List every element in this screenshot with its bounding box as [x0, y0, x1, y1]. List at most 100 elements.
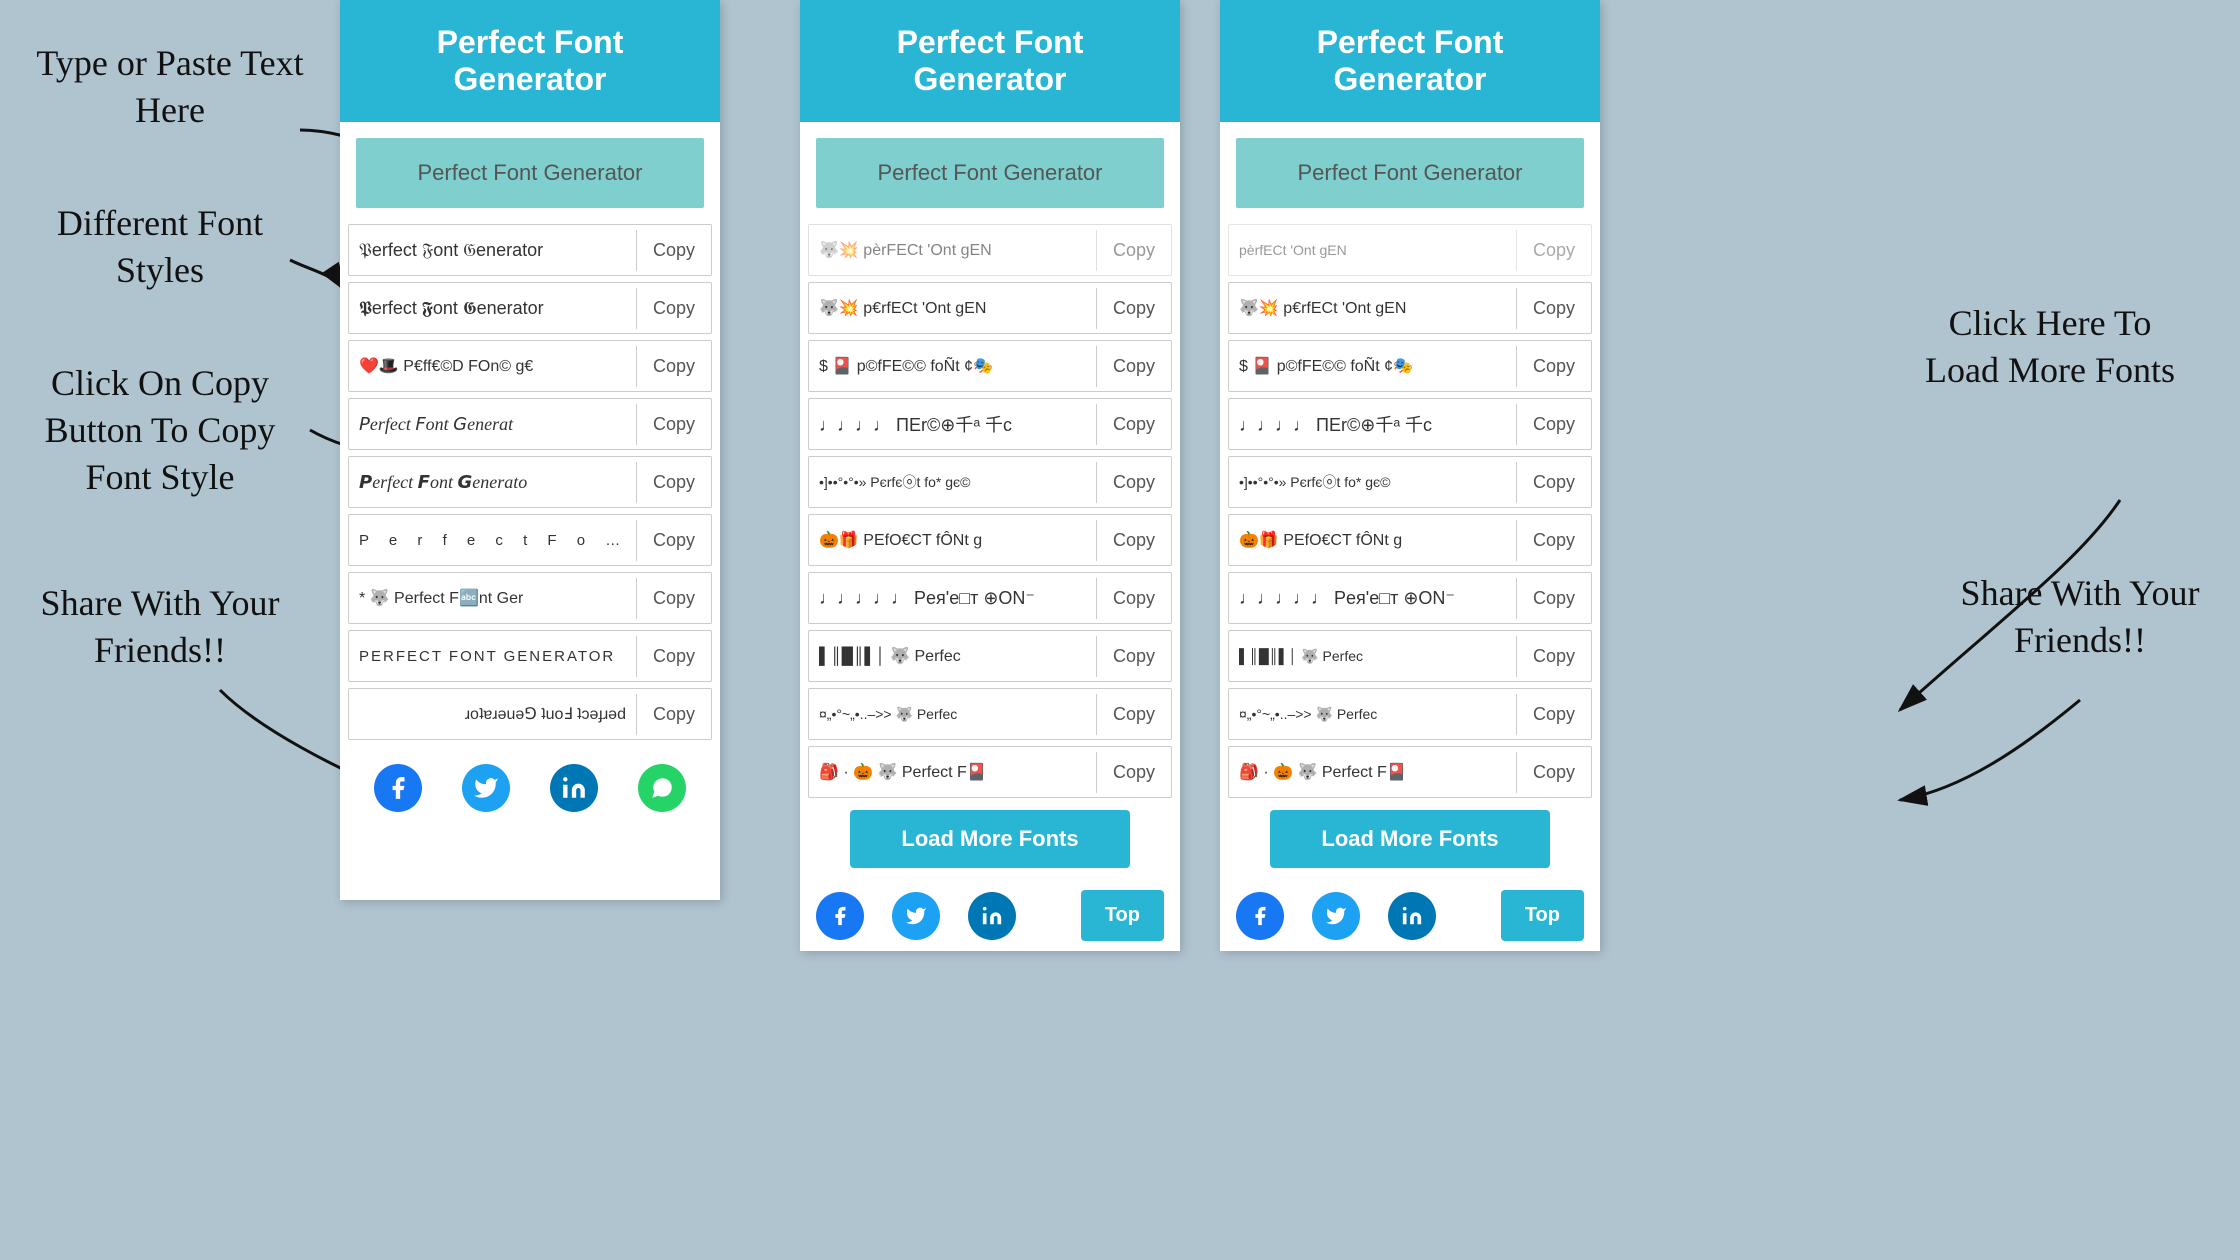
load-more-button[interactable]: Load More Fonts [850, 810, 1130, 868]
linkedin-icon[interactable] [968, 892, 1016, 940]
copy-button[interactable]: Copy [1096, 752, 1171, 793]
font-row: ɹoʇɐɹǝuǝ⅁ ʇuoℲ ʇɔǝɟɹǝd Copy [348, 688, 712, 740]
copy-button[interactable]: Copy [636, 520, 711, 561]
font-text: 𝔓erfect 𝔉ont 𝔊enerator [349, 232, 636, 269]
font-row: * 🐺 Perfect F🔤nt Ger Copy [348, 572, 712, 624]
font-row: 𝙋erfect 𝙁ont 𝙂enerato Copy [348, 456, 712, 508]
font-text: ¤„•°~„•..–>> 🐺 Perfec [809, 698, 1096, 731]
font-text: 𝕻erfect 𝕱ont 𝕲enerator [349, 290, 636, 327]
text-input-right2[interactable]: Perfect Font Generator [1236, 138, 1584, 208]
font-row: P e r f e c t F o n t Copy [348, 514, 712, 566]
font-text: pèrfECt 'Ont gEN [1229, 234, 1516, 266]
copy-button[interactable]: Copy [1096, 520, 1171, 561]
copy-button[interactable]: Copy [636, 288, 711, 329]
font-text: 🎒 · 🎃 🐺 Perfect F🎴 [1229, 754, 1516, 790]
font-text: 𝙋erfect 𝙁ont 𝙂enerato [349, 464, 636, 501]
twitter-icon[interactable] [892, 892, 940, 940]
font-text: ♩♩♩♩♩ Pея'е□т ⊕ON⁻ [1229, 580, 1516, 617]
load-more-button-2[interactable]: Load More Fonts [1270, 810, 1550, 868]
text-input-left[interactable]: Perfect Font Generator [356, 138, 704, 208]
font-row: 🎒 · 🎃 🐺 Perfect F🎴 Copy [808, 746, 1172, 798]
font-row: 🎃🎁 PEfO€CT fÔNt g Copy [1228, 514, 1592, 566]
copy-button[interactable]: Copy [1096, 578, 1171, 619]
font-text: ♩♩♩♩ ΠΕr©⊕千ᵃ 千c [809, 403, 1096, 445]
whatsapp-icon[interactable] [638, 764, 686, 812]
annotation-diff-fonts: Different Font Styles [20, 200, 300, 294]
font-row: 𝔓erfect 𝔉ont 𝔊enerator Copy [348, 224, 712, 276]
copy-button[interactable]: Copy [636, 346, 711, 387]
font-text: •]••°•°•» Pєrfєⓞt fо* gє© [809, 464, 1096, 500]
copy-button[interactable]: Copy [1516, 520, 1591, 561]
font-row: 🎒 · 🎃 🐺 Perfect F🎴 Copy [1228, 746, 1592, 798]
font-row: $ 🎴 p©fFE©© foÑt ¢🎭 Copy [808, 340, 1172, 392]
annotation-type-paste: Type or Paste Text Here [30, 40, 310, 134]
copy-button[interactable]: Copy [1516, 288, 1591, 329]
top-button[interactable]: Top [1081, 890, 1164, 941]
font-text: PERFECT FONT GENERATOR [349, 640, 636, 673]
annotation-load-more: Click Here To Load More Fonts [1910, 300, 2190, 394]
copy-button[interactable]: Copy [1516, 694, 1591, 735]
font-row: $ 🎴 p©fFE©© foÑt ¢🎭 Copy [1228, 340, 1592, 392]
copy-button[interactable]: Copy [636, 578, 711, 619]
font-text: 🎃🎁 PEfO€CT fÔNt g [1229, 522, 1516, 558]
font-text: 🎒 · 🎃 🐺 Perfect F🎴 [809, 754, 1096, 790]
copy-button[interactable]: Copy [1096, 694, 1171, 735]
copy-button[interactable]: Copy [1516, 578, 1591, 619]
font-text: ɹoʇɐɹǝuǝ⅁ ʇuoℲ ʇɔǝɟɹǝd [349, 696, 636, 732]
copy-button[interactable]: Copy [1516, 404, 1591, 445]
panel-left-header: Perfect Font Generator [340, 0, 720, 122]
copy-button[interactable]: Copy [636, 404, 711, 445]
font-text: ♩♩♩♩♩ Pея'е□т ⊕ON⁻ [809, 580, 1096, 617]
font-text: $ 🎴 p©fFE©© foÑt ¢🎭 [809, 348, 1096, 384]
font-row: ♩♩♩♩ ΠΕr©⊕千ᵃ 千c Copy [1228, 398, 1592, 450]
copy-button[interactable]: Copy [1096, 404, 1171, 445]
copy-button[interactable]: Copy [1096, 230, 1171, 271]
copy-button[interactable]: Copy [636, 462, 711, 503]
copy-button[interactable]: Copy [636, 694, 711, 735]
twitter-icon[interactable] [462, 764, 510, 812]
font-row: PERFECT FONT GENERATOR Copy [348, 630, 712, 682]
font-row: pèrfECt 'Ont gEN Copy [1228, 224, 1592, 276]
annotation-share: Share With Your Friends!! [30, 580, 290, 674]
top-button-2[interactable]: Top [1501, 890, 1584, 941]
font-text: $ 🎴 p©fFE©© foÑt ¢🎭 [1229, 348, 1516, 384]
copy-button[interactable]: Copy [1516, 346, 1591, 387]
font-row: 🐺💥 p€rfECt 'Ont gEN Copy [808, 282, 1172, 334]
phone-panel-right2: Perfect Font Generator Perfect Font Gene… [1220, 0, 1600, 951]
font-text: P e r f e c t F o n t [349, 524, 636, 557]
facebook-icon[interactable] [816, 892, 864, 940]
bottom-row-right: Top [800, 880, 1180, 951]
font-row: ▌║█║▌│ 🐺 Perfec Copy [808, 630, 1172, 682]
annotation-click-copy: Click On Copy Button To Copy Font Style [10, 360, 310, 500]
copy-button[interactable]: Copy [1096, 462, 1171, 503]
font-text: ▌║█║▌│ 🐺 Perfec [809, 638, 1096, 674]
font-row: 🎃🎁 PEfO€CT fÔNt g Copy [808, 514, 1172, 566]
copy-button[interactable]: Copy [636, 230, 711, 271]
twitter-icon[interactable] [1312, 892, 1360, 940]
font-text: 🎃🎁 PEfO€CT fÔNt g [809, 522, 1096, 558]
copy-button[interactable]: Copy [1516, 230, 1591, 271]
copy-button[interactable]: Copy [1516, 752, 1591, 793]
text-input-right1[interactable]: Perfect Font Generator [816, 138, 1164, 208]
copy-button[interactable]: Copy [1096, 288, 1171, 329]
copy-button[interactable]: Copy [636, 636, 711, 677]
phone-panel-right1: Perfect Font Generator Perfect Font Gene… [800, 0, 1180, 951]
facebook-icon[interactable] [1236, 892, 1284, 940]
copy-button[interactable]: Copy [1516, 462, 1591, 503]
font-text: •]••°•°•» Pєrfєⓞt fо* gє© [1229, 464, 1516, 500]
font-row: ¤„•°~„•..–>> 🐺 Perfec Copy [808, 688, 1172, 740]
font-text: ❤️🎩 P€ff€©D FOn© g€ [349, 348, 636, 384]
copy-button[interactable]: Copy [1516, 636, 1591, 677]
panel-right1-header: Perfect Font Generator [800, 0, 1180, 122]
annotation-share2: Share With Your Friends!! [1950, 570, 2210, 664]
facebook-icon[interactable] [374, 764, 422, 812]
font-row: 𝕻erfect 𝕱ont 𝕲enerator Copy [348, 282, 712, 334]
linkedin-icon[interactable] [550, 764, 598, 812]
font-row: 🐺💥 p€rfECt 'Ont gEN Copy [1228, 282, 1592, 334]
copy-button[interactable]: Copy [1096, 346, 1171, 387]
font-text: * 🐺 Perfect F🔤nt Ger [349, 580, 636, 616]
linkedin-icon[interactable] [1388, 892, 1436, 940]
font-text: 🐺💥 p€rfECt 'Ont gEN [1229, 290, 1516, 326]
copy-button[interactable]: Copy [1096, 636, 1171, 677]
font-text: ¤„•°~„•..–>> 🐺 Perfec [1229, 698, 1516, 731]
